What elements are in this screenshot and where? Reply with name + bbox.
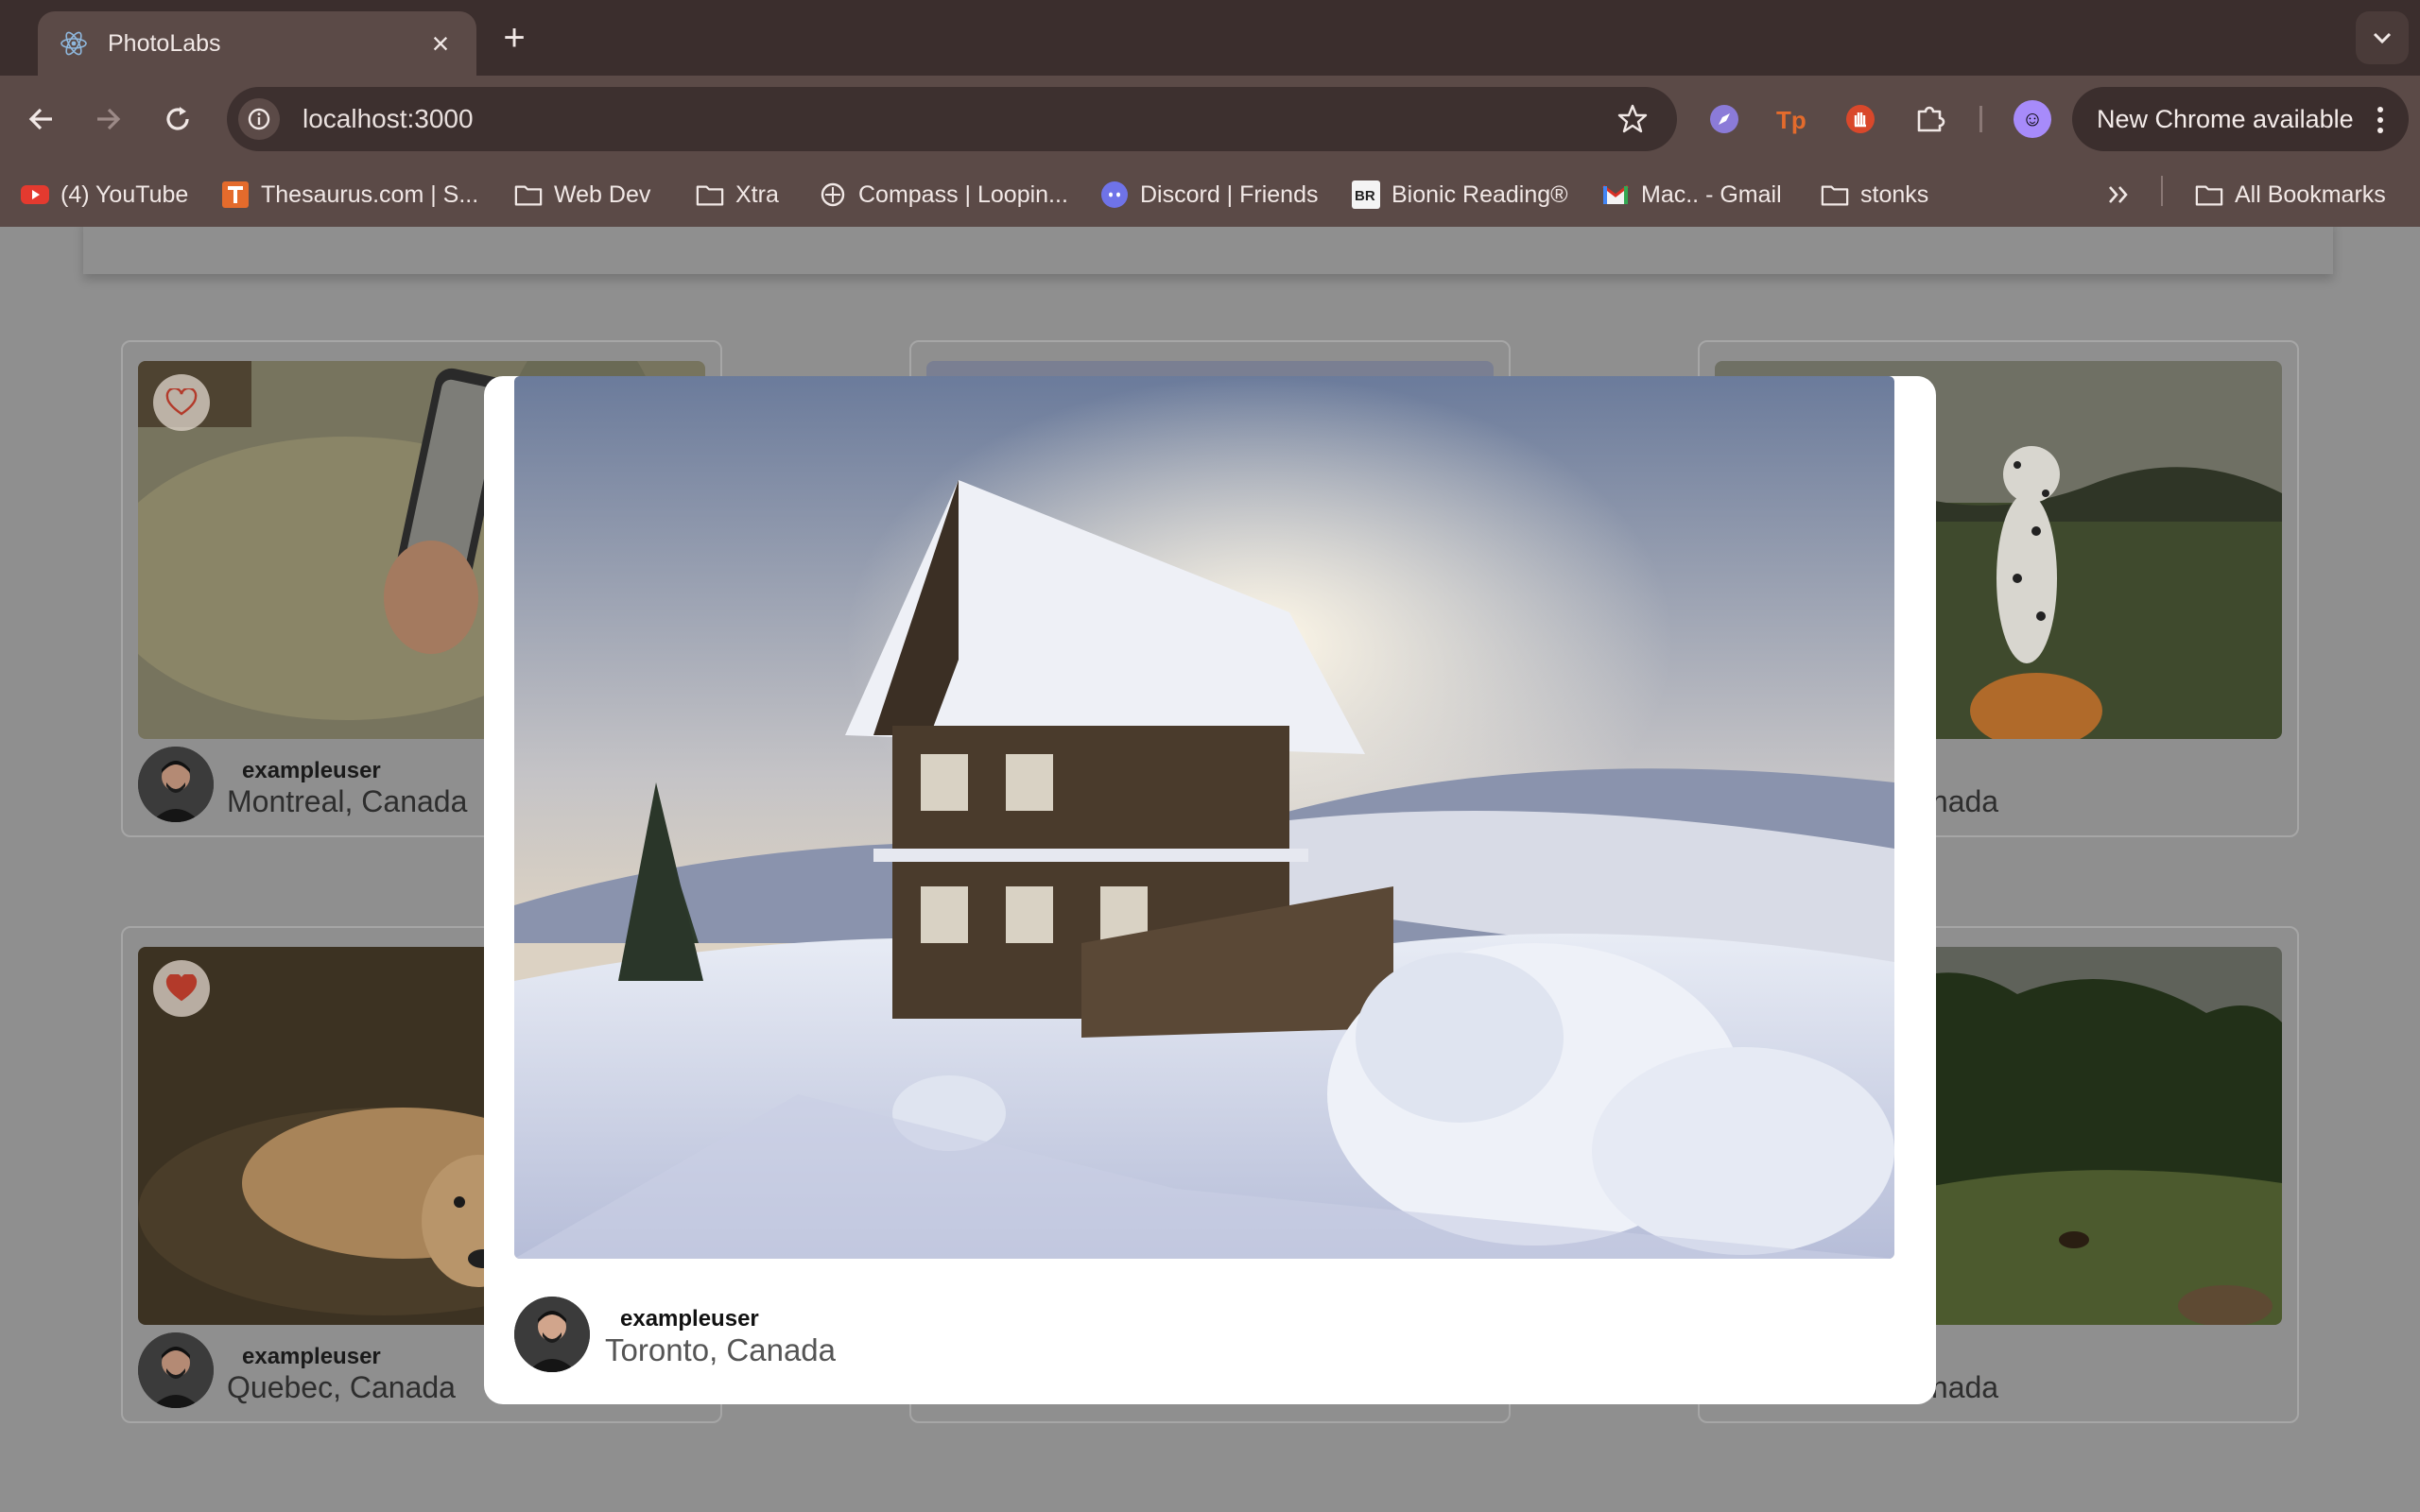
tab-title: PhotoLabs xyxy=(108,29,221,57)
avatar xyxy=(514,1297,590,1372)
address-bar[interactable]: localhost:3000 xyxy=(227,87,1677,151)
folder-icon xyxy=(2195,180,2223,209)
folder-icon xyxy=(696,180,724,209)
menu-dots-icon xyxy=(2377,107,2383,133)
bookmark-bionic-reading[interactable]: BR Bionic Reading® xyxy=(1352,176,1568,214)
chevron-down-icon xyxy=(2373,32,2392,44)
youtube-icon xyxy=(21,180,49,209)
forward-arrow-icon xyxy=(97,108,121,130)
new-chrome-available-button[interactable]: New Chrome available xyxy=(2072,87,2409,151)
modal-photo-image[interactable] xyxy=(514,376,1894,1259)
avatar xyxy=(138,747,214,822)
react-icon xyxy=(59,28,89,59)
bookmarks-overflow-button[interactable] xyxy=(2104,176,2144,214)
bookmark-discord[interactable]: Discord | Friends xyxy=(1100,176,1319,214)
extension-hand-icon[interactable] xyxy=(1838,96,1883,142)
bookmarks-bar: (4) YouTube Thesaurus.com | S... Web Dev… xyxy=(0,163,2420,227)
back-arrow-icon xyxy=(28,108,52,130)
discord-icon xyxy=(1100,180,1129,209)
bookmark-folder-xtra[interactable]: Xtra xyxy=(696,176,779,214)
bookmark-folder-web-dev[interactable]: Web Dev xyxy=(514,176,650,214)
close-icon[interactable]: × xyxy=(425,28,456,59)
favourite-button[interactable] xyxy=(153,374,210,431)
svg-text:BR: BR xyxy=(1355,188,1375,204)
browser-toolbar: localhost:3000 Tp ☺ New Chrome available xyxy=(0,76,2420,163)
bookmark-youtube[interactable]: (4) YouTube xyxy=(21,176,188,214)
modal-username: exampleuser xyxy=(620,1306,759,1332)
bookmark-star-icon[interactable] xyxy=(1616,103,1649,135)
profile-avatar[interactable]: ☺ xyxy=(2014,100,2051,138)
tab-photolabs[interactable]: PhotoLabs × xyxy=(38,11,476,76)
avatar xyxy=(138,1332,214,1408)
heart-filled-icon xyxy=(165,974,198,1002)
back-button[interactable] xyxy=(17,94,66,144)
folder-icon xyxy=(1821,180,1849,209)
card-username: exampleuser xyxy=(242,1344,381,1369)
bookmark-thesaurus[interactable]: Thesaurus.com | S... xyxy=(221,176,478,214)
card-username: exampleuser xyxy=(242,758,381,783)
site-info-icon[interactable] xyxy=(238,98,280,140)
address-text[interactable]: localhost:3000 xyxy=(302,104,1616,134)
bookmarks-divider xyxy=(2161,176,2163,206)
extensions-puzzle-icon[interactable] xyxy=(1908,96,1953,142)
extension-tp-icon[interactable]: Tp xyxy=(1770,96,1815,142)
top-nav-bar xyxy=(83,227,2333,274)
gmail-icon xyxy=(1601,180,1630,209)
compass-icon xyxy=(819,180,847,209)
toolbar-divider xyxy=(1979,106,1982,132)
bookmark-folder-stonks[interactable]: stonks xyxy=(1821,176,1928,214)
forward-button[interactable] xyxy=(83,94,132,144)
thesaurus-icon xyxy=(221,180,250,209)
heart-outline-icon xyxy=(165,388,198,416)
svg-text:Tp: Tp xyxy=(1776,106,1806,134)
chevron-double-right-icon xyxy=(2104,180,2133,209)
bionic-reading-icon: BR xyxy=(1352,180,1380,209)
reload-icon xyxy=(166,107,189,130)
reload-button[interactable] xyxy=(153,94,202,144)
tab-strip: PhotoLabs × + xyxy=(0,0,2420,76)
card-location: Quebec, Canada xyxy=(227,1370,456,1404)
folder-icon xyxy=(514,180,543,209)
extension-safari-icon[interactable] xyxy=(1702,96,1747,142)
photo-details-modal: exampleuser Toronto, Canada xyxy=(484,376,1936,1404)
tab-search-button[interactable] xyxy=(2356,11,2409,64)
all-bookmarks-button[interactable]: All Bookmarks xyxy=(2195,176,2386,214)
card-location: Montreal, Canada xyxy=(227,784,468,818)
bookmark-compass[interactable]: Compass | Loopin... xyxy=(819,176,1068,214)
favourite-button[interactable] xyxy=(153,960,210,1017)
modal-location: Toronto, Canada xyxy=(605,1332,837,1367)
update-label: New Chrome available xyxy=(2097,104,2354,133)
bookmark-gmail[interactable]: Mac.. - Gmail xyxy=(1601,176,1782,214)
new-tab-button[interactable]: + xyxy=(495,17,533,59)
